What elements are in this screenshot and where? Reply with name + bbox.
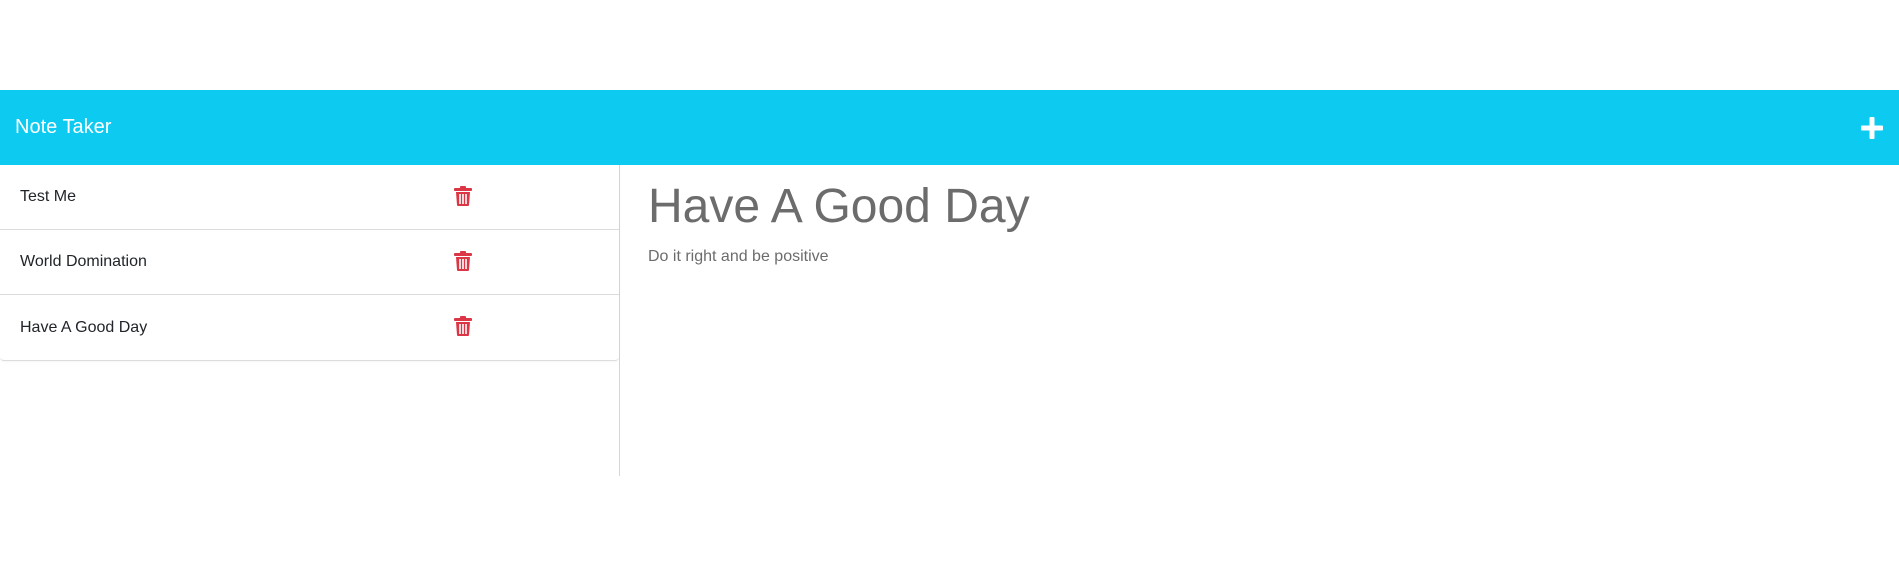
trash-icon[interactable] xyxy=(454,251,472,271)
note-editor: Do it right and be positive xyxy=(620,165,1899,476)
trash-icon[interactable] xyxy=(454,316,472,336)
plus-icon xyxy=(1861,116,1883,139)
note-list-item[interactable]: World Domination xyxy=(0,230,619,295)
note-list-item[interactable]: Have A Good Day xyxy=(0,295,619,360)
note-text-field[interactable]: Do it right and be positive xyxy=(648,248,1548,398)
note-list-item[interactable]: Test Me xyxy=(0,165,619,230)
note-title-field[interactable] xyxy=(648,179,1548,234)
navbar: Note Taker xyxy=(0,90,1899,165)
note-list-panel: Test Me World Domination Have A Good Day xyxy=(0,165,620,476)
app-title[interactable]: Note Taker xyxy=(15,116,111,139)
note-list: Test Me World Domination Have A Good Day xyxy=(0,165,619,361)
note-list-item-title[interactable]: Test Me xyxy=(20,188,76,206)
trash-icon[interactable] xyxy=(454,186,472,206)
note-list-item-title[interactable]: World Domination xyxy=(20,253,147,271)
new-note-button[interactable] xyxy=(1857,113,1887,143)
note-list-item-title[interactable]: Have A Good Day xyxy=(20,319,147,337)
